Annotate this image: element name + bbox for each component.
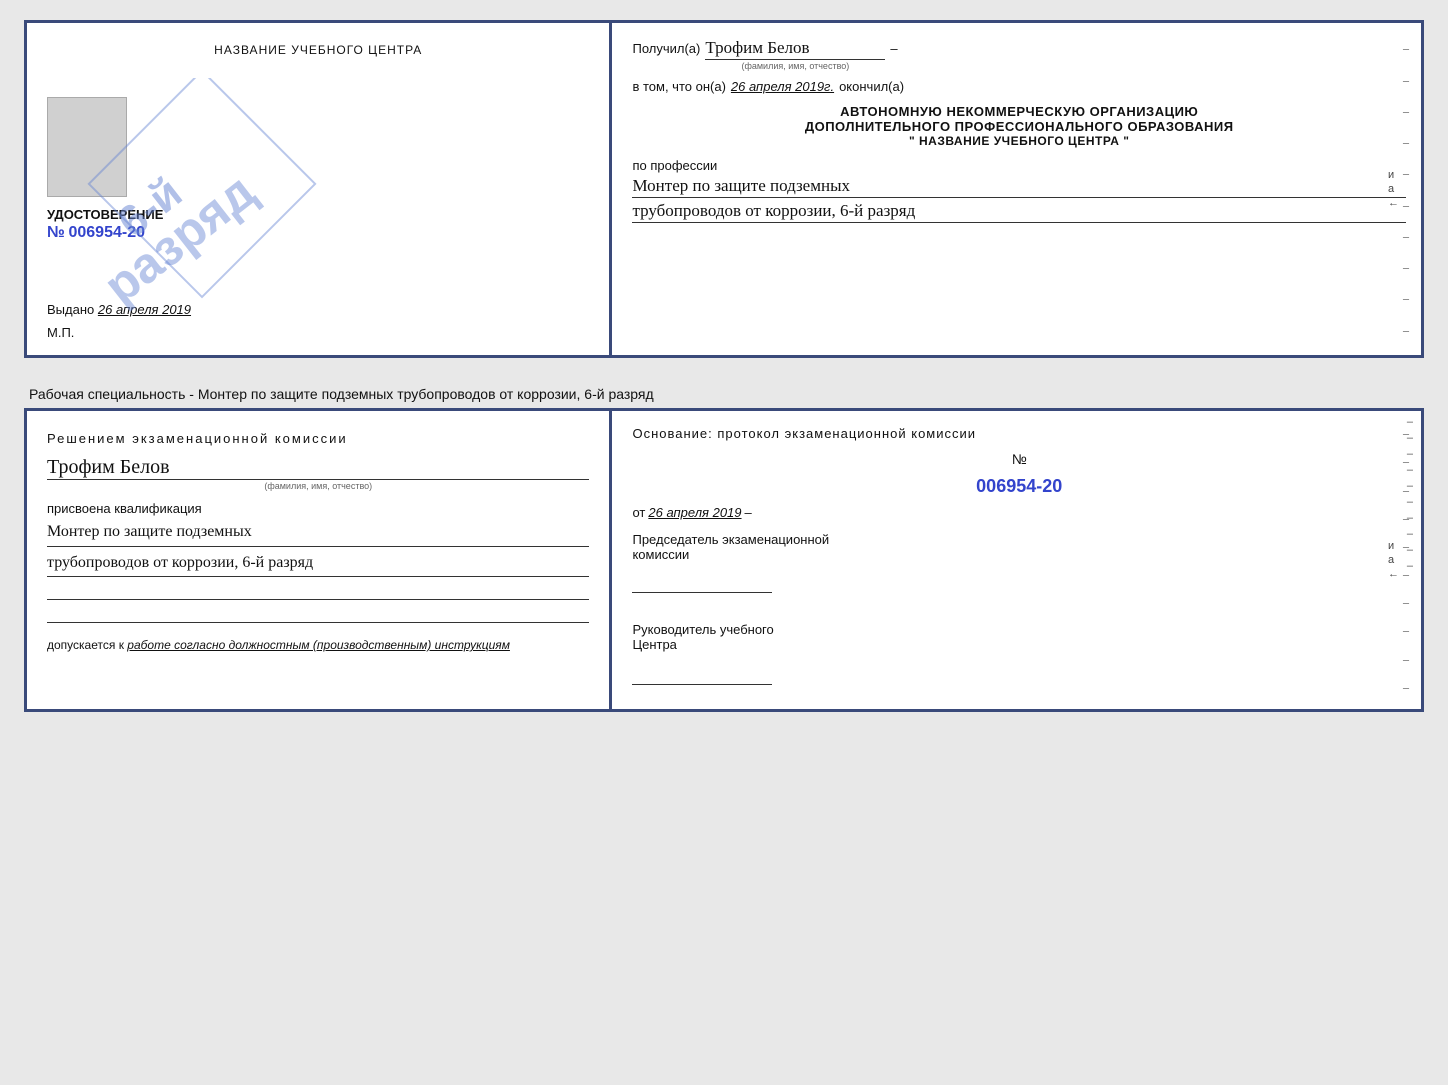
rukovoditel-line2: Центра: [632, 637, 1406, 652]
profession-line1: Монтер по защите подземных: [632, 176, 1406, 198]
middle-text: Рабочая специальность - Монтер по защите…: [24, 378, 1424, 408]
right-letters: и а ←: [1388, 169, 1399, 209]
cert-top-left: НАЗВАНИЕ УЧЕБНОГО ЦЕНТРА 6-й разряд УДОС…: [27, 23, 612, 355]
vtom-suffix: окончил(а): [839, 79, 904, 94]
predsedatel: Председатель экзаменационной комиссии: [632, 532, 1406, 562]
osnovaniye: Основание: протокол экзаменационной коми…: [632, 426, 1406, 441]
org-block: АВТОНОМНУЮ НЕКОММЕРЧЕСКУЮ ОРГАНИЗАЦИЮ ДО…: [632, 104, 1406, 148]
rukovoditel-sig-line: [632, 667, 772, 685]
ot-prefix: от: [632, 505, 645, 520]
org-line1: АВТОНОМНУЮ НЕКОММЕРЧЕСКУЮ ОРГАНИЗАЦИЮ: [632, 104, 1406, 119]
cert-bottom-left: Решением экзаменационной комиссии Трофим…: [27, 411, 612, 709]
bottom-right-letters: и а ←: [1388, 540, 1399, 580]
vtom-line: в том, что он(а) 26 апреля 2019г. окончи…: [632, 79, 1406, 94]
rukovoditel-line1: Руководитель учебного: [632, 622, 1406, 637]
cert-top-title: НАЗВАНИЕ УЧЕБНОГО ЦЕНТРА: [47, 43, 589, 57]
top-right-dashes: – – – – – – – – – –: [1403, 23, 1413, 355]
org-name: " НАЗВАНИЕ УЧЕБНОГО ЦЕНТРА ": [632, 134, 1406, 148]
profession-line2: трубопроводов от коррозии, 6-й разряд: [632, 201, 1406, 223]
poluchil-label: Получил(а): [632, 41, 700, 56]
cert-doc-num-prefix: №: [47, 224, 65, 241]
vtom-date: 26 апреля 2019г.: [731, 79, 834, 94]
blank-line-2: [47, 605, 589, 623]
poluchil-sub: (фамилия, имя, отчество): [705, 61, 885, 71]
ot-date: 26 апреля 2019: [648, 505, 741, 520]
bottom-name: Трофим Белов: [47, 456, 589, 480]
dopusk-line: допускается к работе согласно должностны…: [47, 638, 589, 652]
photo-placeholder: [47, 97, 127, 197]
issued-date: 26 апреля 2019: [98, 302, 191, 317]
vtom-prefix: в том, что он(а): [632, 79, 725, 94]
cert-doc-type: УДОСТОВЕРЕНИЕ: [47, 207, 589, 222]
dopusk-text: работе согласно должностным (производств…: [127, 638, 510, 652]
dopusk-label: допускается к: [47, 638, 124, 652]
top-certificate: НАЗВАНИЕ УЧЕБНОГО ЦЕНТРА 6-й разряд УДОС…: [24, 20, 1424, 358]
org-line2: ДОПОЛНИТЕЛЬНОГО ПРОФЕССИОНАЛЬНОГО ОБРАЗО…: [632, 119, 1406, 134]
predsedatel-line2: комиссии: [632, 547, 1406, 562]
cert-doc-num-value: 006954-20: [68, 224, 145, 241]
predsedatel-sig-line: [632, 575, 772, 593]
po-professii-label: по профессии: [632, 158, 717, 173]
cert-top-right: – – – – – – – – – – и а ← Получил(а) Тро…: [612, 23, 1421, 355]
issued-line: Выдано 26 апреля 2019: [47, 302, 589, 317]
kvalf-line1: Монтер по защите подземных: [47, 519, 589, 547]
blank-line-1: [47, 582, 589, 600]
poluchil-name: Трофим Белов: [705, 38, 885, 60]
prisvoena: присвоена квалификация: [47, 501, 589, 516]
predsedatel-line1: Председатель экзаменационной: [632, 532, 1406, 547]
cert-bottom-right: – – – – – – – – – – и а ← Основание: про…: [612, 411, 1421, 709]
ot-line: от 26 апреля 2019 –: [632, 505, 1406, 520]
protocol-num: 006954-20: [632, 476, 1406, 497]
po-professii: по профессии: [632, 158, 1406, 173]
kvalf-line2: трубопроводов от коррозии, 6-й разряд: [47, 550, 589, 578]
right-dashes-col: – – – – – – – – – –: [1407, 416, 1413, 572]
bottom-certificate: Решением экзаменационной комиссии Трофим…: [24, 408, 1424, 712]
mp-line: М.П.: [47, 325, 589, 340]
rukovoditel: Руководитель учебного Центра: [632, 622, 1406, 652]
bottom-name-sub: (фамилия, имя, отчество): [47, 481, 589, 491]
poluchil-line: Получил(а) Трофим Белов (фамилия, имя, о…: [632, 38, 1406, 71]
resheniem-title: Решением экзаменационной комиссии: [47, 431, 589, 446]
issued-prefix: Выдано: [47, 302, 94, 317]
cert-doc-num: № 006954-20: [47, 224, 589, 242]
page-wrapper: НАЗВАНИЕ УЧЕБНОГО ЦЕНТРА 6-й разряд УДОС…: [24, 20, 1424, 712]
protocol-num-prefix: №: [1012, 451, 1027, 467]
